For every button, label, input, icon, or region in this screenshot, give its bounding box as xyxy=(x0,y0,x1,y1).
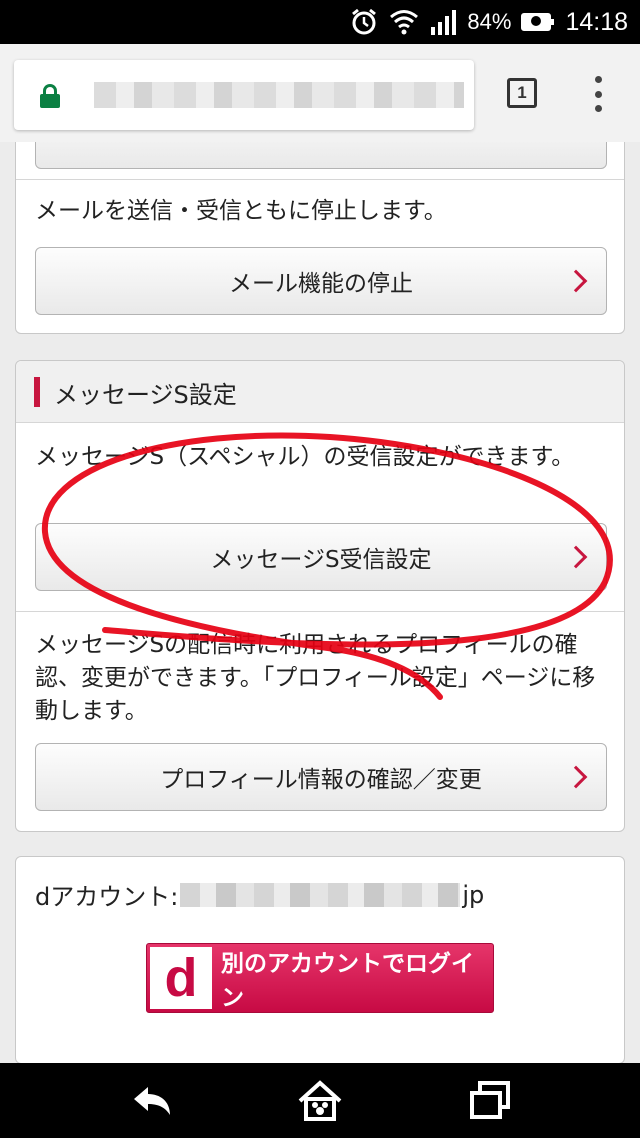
battery-icon xyxy=(521,13,555,31)
mail-stop-description: メールを送信・受信ともに停止します。 xyxy=(35,198,447,224)
switch-account-login-label: 別のアカウントでログイン xyxy=(221,951,474,1011)
switch-account-login-button[interactable]: d 別のアカウントでログイン xyxy=(146,943,494,1013)
clock: 14:18 xyxy=(565,7,628,36)
chevron-right-icon xyxy=(564,545,588,569)
message-s-settings-card: メッセージS設定 メッセージS（スペシャル）の受信設定ができます。 メッセージS… xyxy=(15,360,625,832)
tabs-button[interactable]: 1 xyxy=(507,78,537,108)
account-domain-suffix: jp xyxy=(462,880,485,909)
profile-edit-button[interactable]: プロフィール情報の確認／変更 xyxy=(35,743,607,811)
account-line: dアカウント: jp xyxy=(35,877,484,912)
account-label: dアカウント: xyxy=(35,883,179,911)
section-header: メッセージS設定 xyxy=(16,361,624,423)
divider xyxy=(16,179,624,180)
system-nav-bar xyxy=(0,1063,640,1138)
message-s-receive-settings-button[interactable]: メッセージS受信設定 xyxy=(35,523,607,591)
tab-count: 1 xyxy=(517,83,527,102)
status-icons: 84% 14:18 xyxy=(349,0,628,44)
back-icon[interactable] xyxy=(128,1077,176,1125)
page-content: メールを送信・受信ともに停止します。 メール機能の停止 メッセージS設定 メッセ… xyxy=(0,142,640,1063)
mail-stop-button[interactable]: メール機能の停止 xyxy=(35,247,607,315)
browser-toolbar: 1 xyxy=(0,44,640,142)
mail-stop-button-label: メール機能の停止 xyxy=(229,271,413,297)
lock-icon xyxy=(40,84,60,108)
previous-button-partial[interactable] xyxy=(35,142,607,169)
chevron-right-icon xyxy=(564,269,588,293)
d-logo: d xyxy=(150,947,212,1009)
section-title: メッセージS設定 xyxy=(54,381,237,409)
profile-description: メッセージSの配信時に利用されるプロフィールの確認、変更ができます。「プロフィー… xyxy=(35,632,596,724)
recent-apps-icon[interactable] xyxy=(466,1077,514,1125)
url-text-redacted xyxy=(94,82,464,108)
mail-stop-card: メールを送信・受信ともに停止します。 メール機能の停止 xyxy=(15,142,625,334)
wifi-icon xyxy=(390,10,419,35)
status-bar: 84% 14:18 xyxy=(0,0,640,44)
profile-edit-button-label: プロフィール情報の確認／変更 xyxy=(160,767,482,793)
battery-percent: 84% xyxy=(467,9,512,34)
account-id-redacted xyxy=(180,882,461,907)
account-card: dアカウント: jp d 別のアカウントでログイン xyxy=(15,856,625,1063)
signal-icon xyxy=(431,10,457,35)
message-s-receive-settings-label: メッセージS受信設定 xyxy=(210,547,432,573)
alarm-icon xyxy=(352,8,377,35)
home-icon[interactable] xyxy=(296,1077,344,1125)
chevron-right-icon xyxy=(564,765,588,789)
address-bar[interactable] xyxy=(14,60,474,130)
overflow-menu-icon[interactable] xyxy=(586,76,610,112)
divider xyxy=(16,611,624,612)
message-s-description: メッセージS（スペシャル）の受信設定ができます。 xyxy=(35,444,575,470)
section-accent-bar xyxy=(34,377,40,407)
